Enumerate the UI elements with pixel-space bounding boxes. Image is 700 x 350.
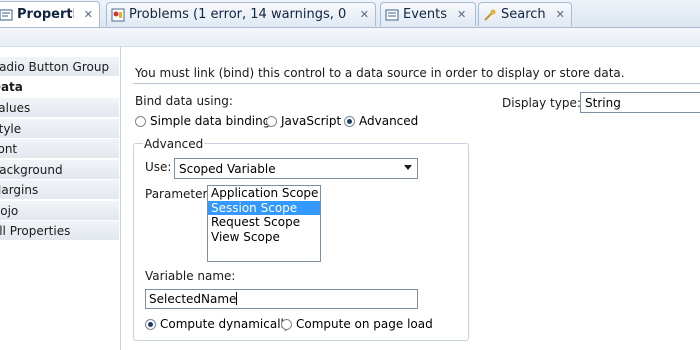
nav-item-label: Radio Button Group	[0, 60, 110, 74]
radio-button-icon	[281, 318, 292, 330]
radio-compute-dynamically[interactable]: Compute dynamically	[145, 317, 291, 331]
radio-button-icon	[266, 115, 277, 127]
close-icon[interactable]: ✕	[360, 8, 369, 21]
nav-item-dojo[interactable]: Dojo	[0, 201, 119, 221]
variable-name-value: SelectedName	[149, 292, 237, 306]
radio-label: JavaScript	[281, 114, 342, 128]
nav-item-label: Data	[0, 80, 23, 94]
nav-item-radio-button-group[interactable]: Radio Button Group	[0, 57, 119, 77]
close-icon[interactable]: ✕	[84, 8, 93, 21]
problems-icon	[111, 8, 125, 21]
radio-button-icon	[135, 115, 146, 127]
radio-button-selected-icon	[145, 318, 156, 330]
tab-properties-label: Properties	[17, 7, 74, 22]
nav-item-data[interactable]: Data	[0, 77, 119, 97]
nav-item-label: Values	[0, 101, 31, 115]
divider	[133, 83, 700, 84]
parameter-listbox[interactable]: Application Scope Session Scope Request …	[207, 185, 321, 262]
parameter-option-application-scope[interactable]: Application Scope	[208, 186, 320, 201]
nav-item-values[interactable]: Values	[0, 98, 119, 118]
variable-name-label: Variable name:	[145, 269, 236, 283]
display-type-label: Display type:	[502, 96, 581, 110]
use-select[interactable]: Scoped Variable	[174, 158, 418, 179]
radio-label: Simple data binding	[150, 114, 271, 128]
bind-data-label: Bind data using:	[135, 94, 233, 108]
tab-problems-label: Problems (1 error, 14 warnings, 0 ot...	[129, 7, 350, 22]
tab-events-label: Events	[403, 7, 448, 22]
nav-item-style[interactable]: Style	[0, 119, 119, 139]
parameter-option-session-scope[interactable]: Session Scope	[208, 200, 320, 215]
nav-item-all-properties[interactable]: All Properties	[0, 221, 119, 241]
search-icon	[484, 9, 496, 21]
binding-message: You must link (bind) this control to a d…	[135, 66, 625, 80]
radio-javascript[interactable]: JavaScript	[266, 114, 341, 128]
nav-item-label: Style	[0, 122, 22, 136]
advanced-group-title: Advanced	[143, 137, 205, 151]
tab-properties[interactable]: Properties ✕	[0, 1, 100, 27]
radio-button-selected-icon	[344, 115, 355, 127]
properties-nav: Radio Button Group Data Values Style Fon…	[0, 47, 121, 350]
tab-events[interactable]: Events ✕	[380, 2, 476, 26]
use-label: Use:	[145, 160, 172, 174]
nav-item-background[interactable]: Background	[0, 160, 119, 180]
view-toolbar	[0, 28, 700, 47]
close-icon[interactable]: ✕	[556, 8, 565, 21]
close-icon[interactable]: ✕	[457, 8, 466, 21]
parameter-option-request-scope[interactable]: Request Scope	[208, 215, 320, 230]
radio-simple-data-binding[interactable]: Simple data binding	[135, 114, 270, 128]
use-value: Scoped Variable	[179, 161, 276, 176]
view-tab-bar: Properties ✕ Problems (1 error, 14 warni…	[0, 0, 700, 28]
nav-item-font[interactable]: Font	[0, 139, 119, 159]
properties-icon	[0, 9, 13, 20]
tab-problems[interactable]: Problems (1 error, 14 warnings, 0 ot... …	[106, 2, 376, 26]
tab-search-label: Search	[501, 7, 546, 22]
radio-label: Compute dynamically	[160, 317, 291, 331]
events-icon	[385, 9, 399, 20]
display-type-select[interactable]: String	[580, 92, 700, 113]
nav-item-label: All Properties	[0, 224, 71, 238]
nav-item-label: Margins	[0, 183, 39, 197]
tab-search[interactable]: Search ✕	[478, 2, 572, 26]
parameter-option-view-scope[interactable]: View Scope	[208, 230, 320, 245]
display-type-value: String	[585, 95, 621, 110]
nav-item-label: Font	[0, 142, 18, 156]
variable-name-input[interactable]: SelectedName	[145, 289, 418, 309]
text-caret	[236, 292, 238, 305]
radio-advanced[interactable]: Advanced	[344, 114, 418, 128]
nav-item-label: Dojo	[0, 204, 19, 218]
parameter-label: Parameter:	[145, 187, 212, 201]
radio-compute-on-page-load[interactable]: Compute on page load	[281, 317, 433, 331]
radio-label: Advanced	[359, 114, 419, 128]
chevron-down-icon[interactable]	[404, 165, 412, 170]
nav-item-label: Background	[0, 163, 63, 177]
radio-label: Compute on page load	[296, 317, 433, 331]
nav-item-margins[interactable]: Margins	[0, 180, 119, 200]
data-properties-panel: You must link (bind) this control to a d…	[121, 47, 700, 350]
